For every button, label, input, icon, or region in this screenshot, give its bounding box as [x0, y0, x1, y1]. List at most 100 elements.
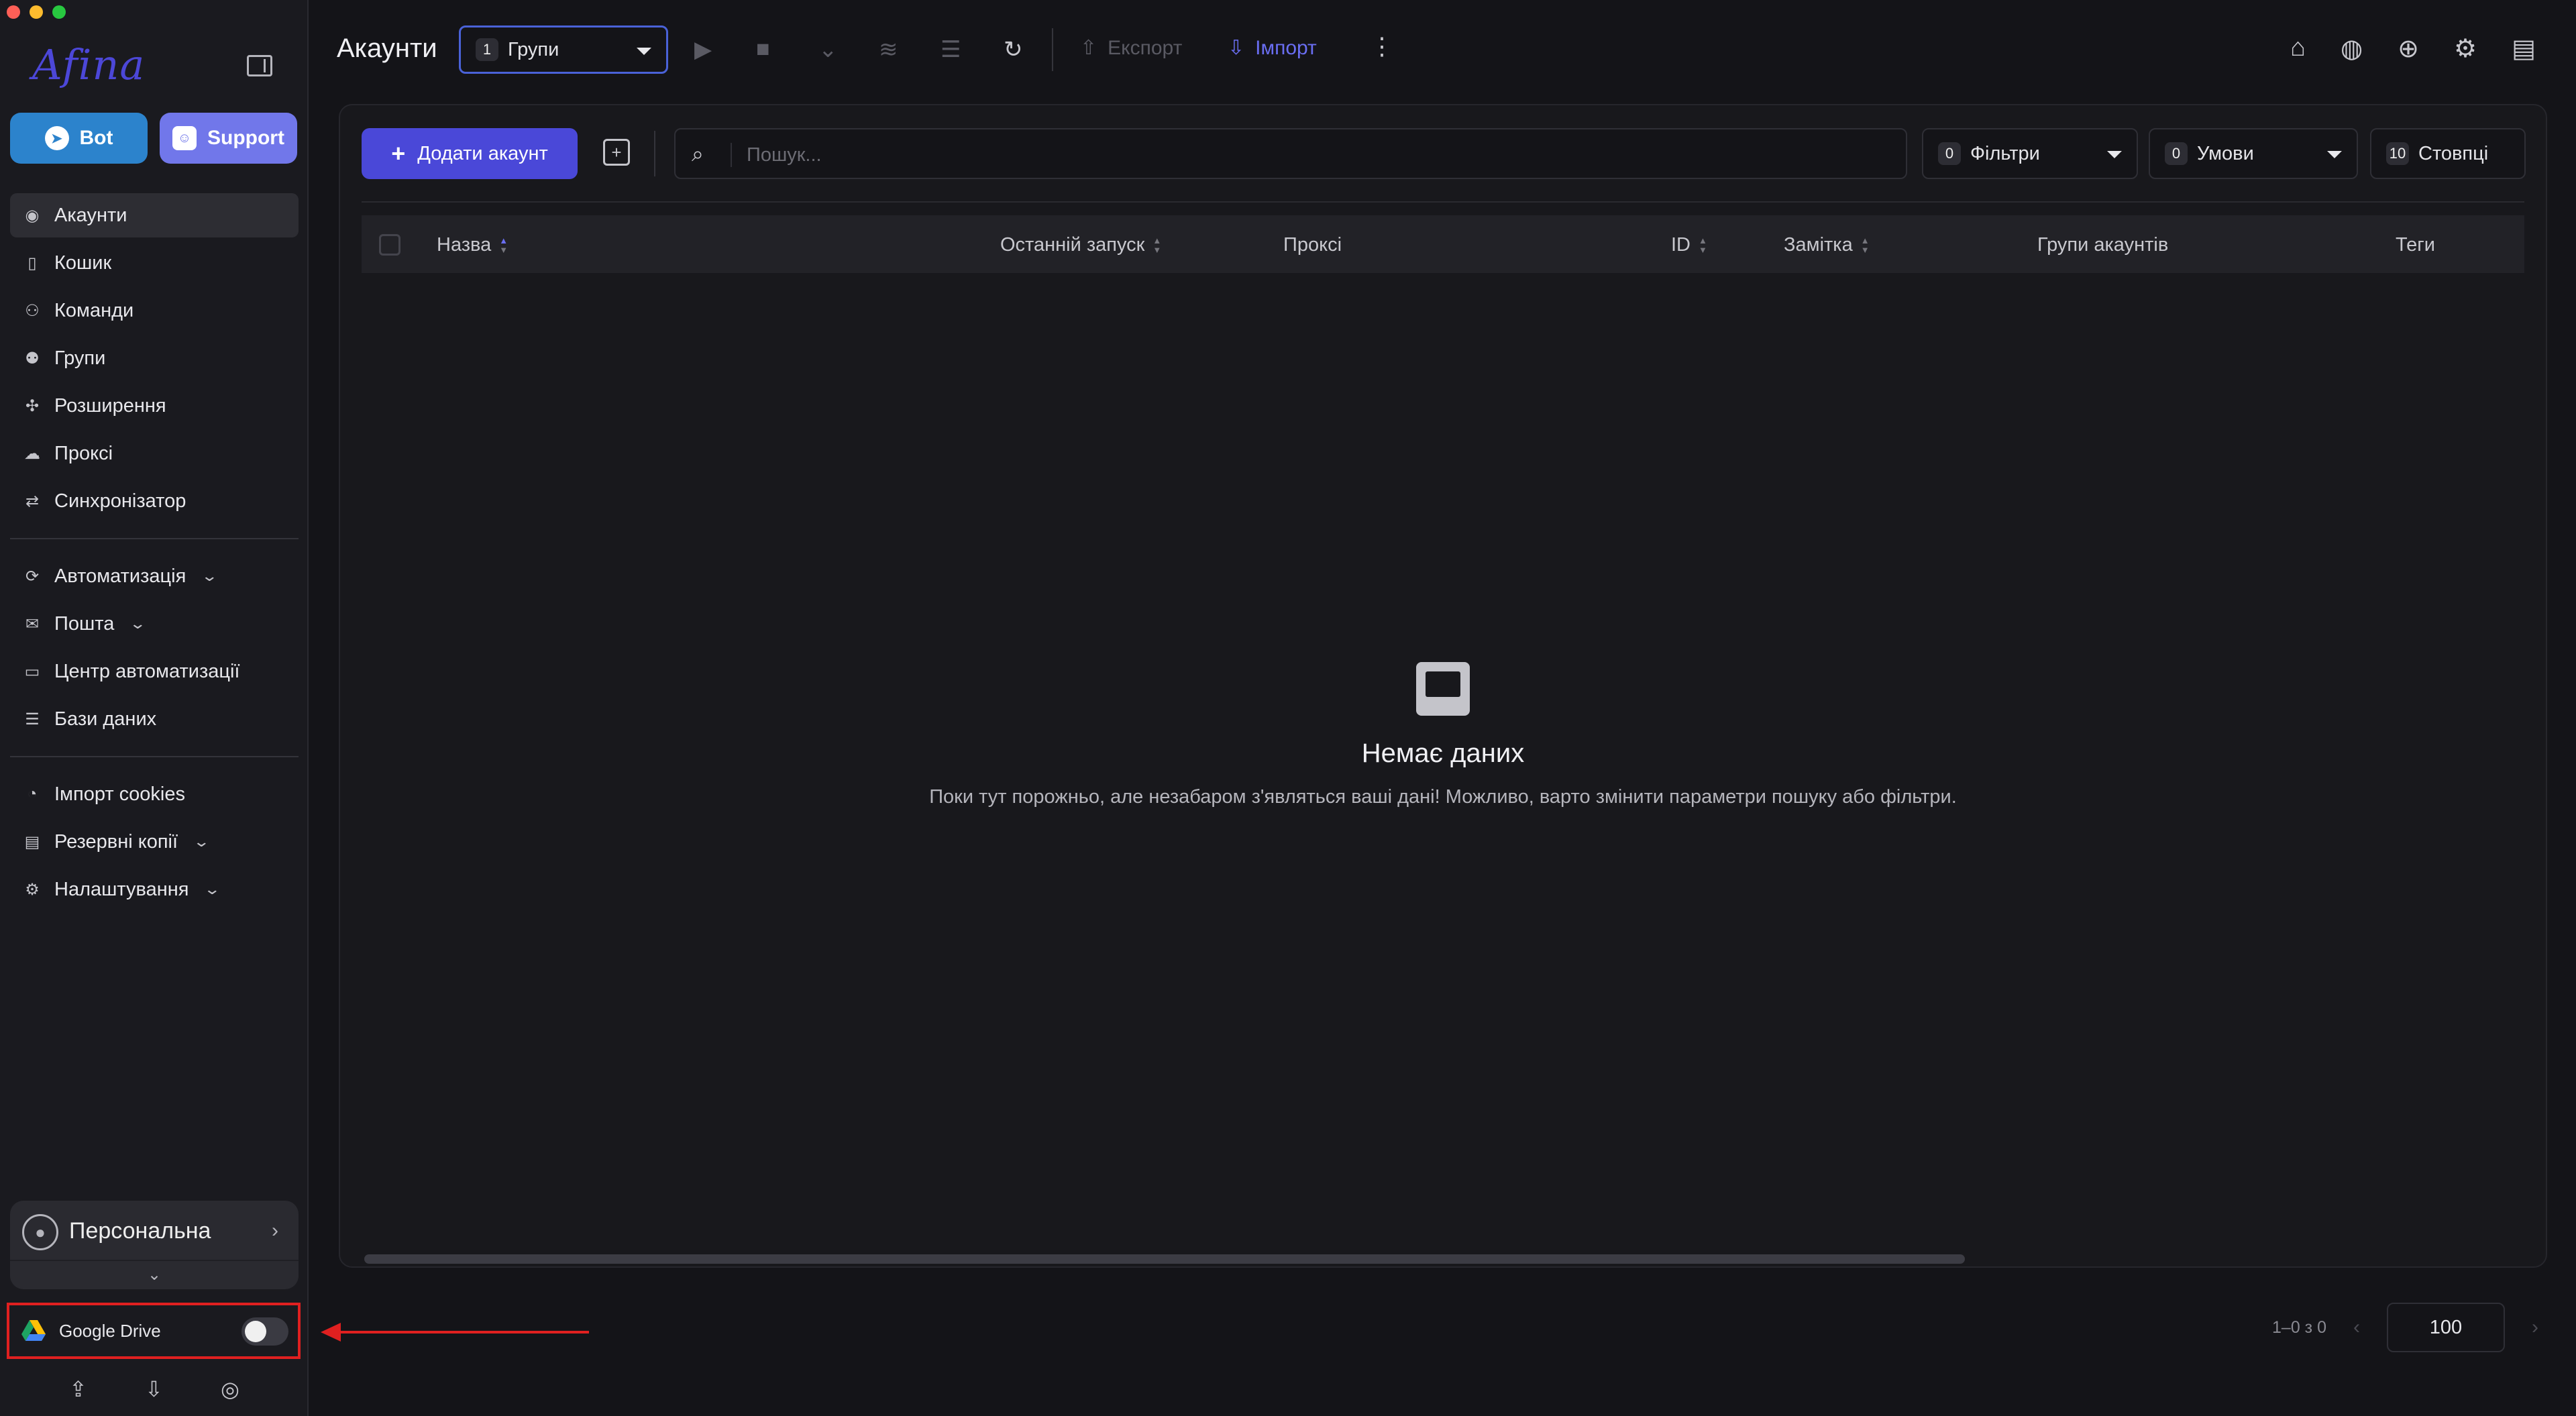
export-button[interactable]: ⇧ Експорт	[1080, 36, 1182, 60]
sidebar-collapse-icon[interactable]	[247, 55, 272, 76]
column-header-note[interactable]: Замітка ▲ ▼	[1784, 234, 1870, 256]
column-header-id[interactable]: ID ▲ ▼	[1671, 234, 1707, 256]
conditions-select[interactable]: 0 Умови	[2149, 128, 2358, 179]
stop-icon[interactable]: ■	[756, 36, 770, 62]
column-header-proxy[interactable]: Проксі	[1283, 234, 1342, 256]
layout-icon[interactable]: ▤	[2512, 34, 2536, 64]
chevron-right-icon: ›	[272, 1219, 278, 1242]
automation-icon: ⟳	[25, 567, 40, 586]
workspace-switcher[interactable]: ● Персональна › ⌄	[10, 1201, 299, 1289]
filters-select[interactable]: 0 Фільтри	[1922, 128, 2138, 179]
avatar: ●	[22, 1214, 58, 1250]
folder-download-icon[interactable]: ⇩	[145, 1376, 163, 1402]
search-icon: ⌕	[692, 142, 704, 166]
sidebar-bottom-actions: ⇪ ⇩ ◎	[0, 1376, 309, 1402]
sidebar-item-teams[interactable]: ⚇ Команди	[10, 288, 299, 333]
google-drive-toggle[interactable]	[241, 1317, 288, 1346]
chevron-down-icon[interactable]: ⌄	[818, 36, 838, 63]
google-drive-label: Google Drive	[59, 1320, 161, 1341]
sidebar-item-label: Групи	[54, 347, 106, 369]
sidebar-item-label: Команди	[54, 299, 134, 321]
cookie-icon: ◔	[27, 785, 38, 803]
upload-icon: ⇧	[1080, 37, 1097, 59]
chevron-left-icon[interactable]: ‹	[2353, 1316, 2360, 1339]
search-input[interactable]	[731, 143, 1871, 167]
sidebar-item-accounts[interactable]: ◉ Акаунти	[10, 193, 299, 237]
sidebar-item-synchronizer[interactable]: ⇄ Синхронізатор	[10, 479, 299, 523]
sidebar-item-groups[interactable]: ⚉ Групи	[10, 336, 299, 380]
sort-icon: ▲ ▼	[1860, 235, 1870, 255]
column-header-account-groups[interactable]: Групи акаунтів	[2037, 234, 2168, 256]
close-window-button[interactable]	[7, 5, 20, 19]
column-label: Проксі	[1283, 234, 1342, 256]
sidebar-item-automation-center[interactable]: ▭ Центр автоматизації	[10, 649, 299, 694]
globe-icon[interactable]: ⊕	[2398, 34, 2419, 64]
column-label: Групи акаунтів	[2037, 234, 2169, 256]
more-vertical-icon[interactable]: ⋮	[1370, 32, 1394, 60]
group-select-label: Групи	[508, 38, 559, 60]
column-label: Теги	[2396, 234, 2435, 256]
play-icon[interactable]: ▶	[694, 36, 712, 63]
page-title: Акаунти	[337, 34, 437, 63]
caret-down-icon	[637, 48, 651, 55]
sidebar-item-settings[interactable]: ⚙ Налаштування ⌄	[10, 867, 299, 912]
import-button[interactable]: ⇩ Імпорт	[1228, 36, 1317, 60]
empty-state-text: Поки тут порожньо, але незабаром з'являт…	[929, 786, 1957, 808]
sidebar-item-import-cookies[interactable]: ◔ Імпорт cookies	[10, 772, 299, 816]
toolbar-divider	[654, 131, 655, 176]
globe-proxy-icon[interactable]: ◍	[2341, 34, 2363, 64]
sidebar-item-label: Резервні копії	[54, 830, 178, 853]
sidebar-item-proxy[interactable]: ☁ Проксі	[10, 431, 299, 476]
mail-icon: ✉	[25, 614, 40, 633]
column-header-last-run[interactable]: Останній запуск ▲ ▼	[1000, 234, 1161, 256]
conditions-count-badge: 0	[2165, 142, 2188, 165]
chevron-down-icon: ⌄	[193, 833, 211, 850]
gear-icon[interactable]: ⚙	[2454, 34, 2477, 64]
group-select[interactable]: 1 Групи	[459, 25, 668, 74]
list-icon: ☰	[25, 710, 40, 728]
annotation-arrow-line	[329, 1331, 589, 1333]
horizontal-scrollbar[interactable]	[364, 1254, 1965, 1264]
topbar: Акаунти 1 Групи ▶ ■ ⌄ ≋ ☰ ↻ ⇧ Експорт ⇩ …	[309, 0, 2576, 101]
signal-icon[interactable]: ≋	[879, 36, 898, 63]
sidebar-item-databases[interactable]: ☰ Бази даних	[10, 697, 299, 741]
refresh-icon[interactable]: ↻	[1004, 36, 1023, 63]
laptop-icon: ▭	[24, 662, 40, 681]
topbar-right-icons: ⌂ ◍ ⊕ ⚙ ▤	[2290, 34, 2536, 64]
sidebar-item-backups[interactable]: ▤ Резервні копії ⌄	[10, 820, 299, 864]
group-count-badge: 1	[476, 38, 498, 61]
chevron-down-icon: ⌄	[203, 881, 221, 897]
column-header-tags[interactable]: Теги	[2396, 234, 2435, 256]
support-button[interactable]: ☺ Support	[160, 113, 297, 164]
user-circle-icon: ◉	[25, 206, 40, 225]
sidebar-nav: ◉ Акаунти ▯ Кошик ⚇ Команди ⚉ Групи ✣ Ро…	[10, 193, 299, 915]
add-account-label: Додати акаунт	[417, 142, 548, 164]
window-controls	[7, 5, 66, 19]
minimize-window-button[interactable]	[30, 5, 43, 19]
chevron-right-icon[interactable]: ›	[2532, 1316, 2538, 1339]
playlist-icon[interactable]: ☰	[941, 36, 961, 63]
column-header-name[interactable]: Назва ▲ ▼	[437, 234, 508, 256]
folder-upload-icon[interactable]: ⇪	[69, 1376, 87, 1402]
settings-icon: ⚙	[25, 880, 40, 899]
sidebar-item-automation[interactable]: ⟳ Автоматизація ⌄	[10, 554, 299, 598]
page-size-input[interactable]: 100	[2387, 1303, 2505, 1352]
chevron-down-icon[interactable]: ⌄	[10, 1260, 299, 1285]
group-icon: ⚉	[25, 349, 40, 368]
columns-label: Стовпці	[2418, 142, 2489, 164]
bulk-add-icon[interactable]: +	[603, 139, 630, 166]
select-all-checkbox[interactable]	[379, 234, 400, 256]
add-account-button[interactable]: + Додати акаунт	[362, 128, 578, 179]
sidebar-item-extensions[interactable]: ✣ Розширення	[10, 384, 299, 428]
empty-state: Немає даних Поки тут порожньо, але незаб…	[340, 662, 2546, 808]
sidebar-item-trash[interactable]: ▯ Кошик	[10, 241, 299, 285]
bot-button[interactable]: ➤ Bot	[10, 113, 148, 164]
tag-icon[interactable]: ⌂	[2290, 34, 2306, 64]
eye-off-icon[interactable]: ◎	[221, 1376, 239, 1402]
bot-button-label: Bot	[79, 127, 113, 149]
maximize-window-button[interactable]	[52, 5, 66, 19]
sidebar-item-mail[interactable]: ✉ Пошта ⌄	[10, 602, 299, 646]
trash-icon: ▯	[28, 254, 37, 272]
sidebar-divider	[10, 538, 299, 539]
columns-button[interactable]: 10 Стовпці	[2370, 128, 2526, 179]
